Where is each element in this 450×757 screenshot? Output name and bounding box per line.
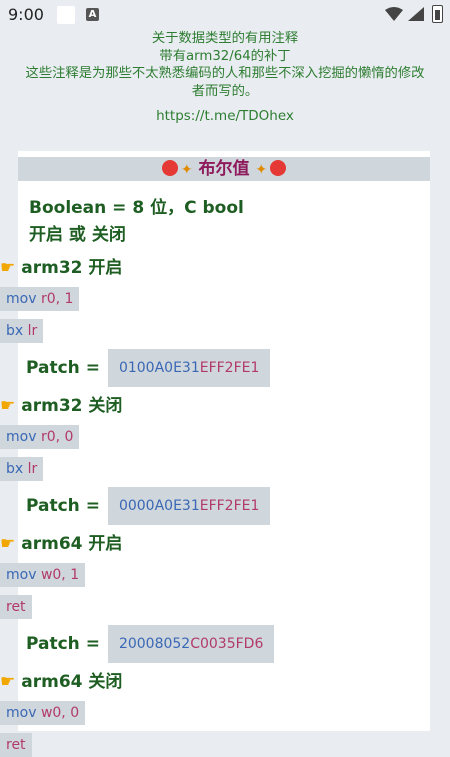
patch-row: Patch = 0000A0E31EFF2FE1 [26,487,430,525]
patch-value-b: EFF2FE1 [199,360,260,376]
code-line: mov w0, 0 [0,701,86,725]
code-op: mov [6,705,37,721]
butterfly-icon: ✦ [180,162,193,178]
code-args: r0, 1 [40,291,74,307]
code-line: ret [0,733,32,757]
patch-label: Patch = [26,634,100,654]
patch-label: Patch = [26,358,100,378]
patch-value[interactable]: 0100A0E31EFF2FE1 [107,349,271,387]
pointing-hand-icon: ☛ [0,258,16,278]
code-op: mov [6,567,37,583]
patch-value-b: C0035FD6 [190,636,264,652]
desc-line-2: 开启 或 关闭 [29,225,126,245]
boolean-card: ✦ 布尔值 ✦ Boolean = 8 位，C bool 开启 或 关闭 ☛ ar… [0,151,430,757]
wifi-icon [385,7,403,21]
code-op: bx [6,461,24,477]
code-args: ret [6,599,26,615]
patch-value-a: 0000A0E31 [118,498,200,514]
patch-row: Patch = 0100A0E31EFF2FE1 [26,349,430,387]
code-line: ret [0,595,32,619]
section-heading: ☛ arm32 开启 [0,257,430,279]
code-args: r0, 0 [40,429,74,445]
code-args: lr [27,461,38,477]
code-args: w0, 1 [40,567,80,583]
code-args: w0, 0 [40,705,80,721]
section-heading-text: arm64 关闭 [21,672,123,692]
signal-icon [408,7,424,21]
patch-value-a: 0100A0E31 [118,360,200,376]
section-arm64-off: ☛ arm64 关闭 mov w0, 0 ret [0,671,430,757]
card-title-bar: ✦ 布尔值 ✦ [18,157,430,181]
desc-line-1: Boolean = 8 位，C bool [29,198,244,218]
section-arm32-off: ☛ arm32 关闭 mov r0, 0 bx lr Patch = 0000A0… [0,395,430,525]
code-op: mov [6,429,37,445]
patch-label: Patch = [26,496,100,516]
battery-icon [432,5,443,23]
boolean-description: Boolean = 8 位，C bool 开启 或 关闭 [29,195,430,249]
status-bar: 9:00 A [0,0,450,30]
section-heading-text: arm32 开启 [21,258,123,278]
section-heading: ☛ arm64 开启 [0,533,430,555]
intro-line-1: 关于数据类型的有用注释 [151,31,299,46]
card-title: 布尔值 [198,159,250,179]
red-circle-icon [270,160,287,176]
code-line: bx lr [0,457,44,481]
red-circle-icon [161,160,178,176]
section-arm64-on: ☛ arm64 开启 mov w0, 1 ret Patch = 20008052… [0,533,430,663]
section-heading-text: arm32 关闭 [21,396,123,416]
app-a-icon: A [86,8,99,21]
code-args: ret [6,737,26,753]
code-line: bx lr [0,319,44,343]
code-line: mov r0, 1 [0,287,80,311]
code-line: mov r0, 0 [0,425,80,449]
section-heading: ☛ arm32 关闭 [0,395,430,417]
code-op: mov [6,291,37,307]
patch-value-a: 20008052 [118,636,191,652]
pointing-hand-icon: ☛ [0,396,16,416]
patch-row: Patch = 20008052C0035FD6 [26,625,430,663]
code-line: mov w0, 1 [0,563,86,587]
intro-line-2: 带有arm32/64的补丁 [159,48,291,64]
status-time: 9:00 [8,5,44,24]
butterfly-icon: ✦ [255,162,268,178]
code-args: lr [27,323,38,339]
pointing-hand-icon: ☛ [0,672,16,692]
intro-line-4: 者而写的。 [191,83,259,99]
section-arm32-on: ☛ arm32 开启 mov r0, 1 bx lr Patch = 0100A0… [0,257,430,387]
patch-value[interactable]: 20008052C0035FD6 [107,625,275,663]
code-op: bx [6,323,24,339]
telegram-link[interactable]: https://t.me/TDOhex [0,108,450,124]
pointing-hand-icon: ☛ [0,534,16,554]
patch-value[interactable]: 0000A0E31EFF2FE1 [107,487,271,525]
patch-value-b: EFF2FE1 [199,498,260,514]
notification-icon [57,6,75,24]
section-heading: ☛ arm64 关闭 [0,671,430,693]
intro-line-3: 这些注释是为那些不太熟悉编码的人和那些不深入挖掘的懒惰的修改 [25,66,425,81]
intro-header: 关于数据类型的有用注释 带有arm32/64的补丁 这些注释是为那些不太熟悉编码… [0,30,450,100]
section-heading-text: arm64 开启 [21,534,123,554]
